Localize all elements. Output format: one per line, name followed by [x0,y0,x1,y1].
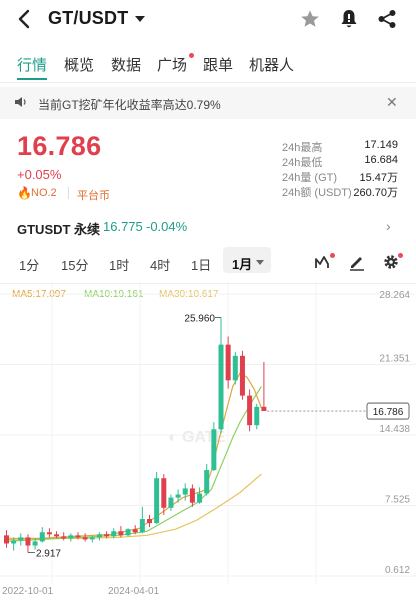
stat-label-turnover: 24h额 (USDT) [282,187,352,199]
candle-body [189,488,195,503]
indicator-dot [330,253,335,258]
tab-data[interactable]: 数据 [111,54,141,75]
candle-body [4,535,9,544]
stat-value-turnover: 260.70万 [353,187,398,199]
active-tab-indicator [17,78,47,80]
candle-body [225,344,231,381]
candle-body [247,395,253,426]
current-price-label: 16.786 [373,407,404,418]
candle-body [125,529,131,536]
candle-body [261,406,267,412]
tab-copy-trading[interactable]: 跟单 [203,54,233,75]
price-alert-bell-icon[interactable] [339,8,359,30]
stat-value-volume: 15.47万 [359,172,398,184]
candle-body [61,536,67,539]
perpetual-price[interactable]: 16.775 [103,219,143,234]
candle-body [239,355,245,396]
interval-1h[interactable]: 1时 [109,255,129,274]
close-icon[interactable]: ✕ [386,94,398,111]
perpetual-change[interactable]: -0.04% [146,219,187,234]
tab-notification-dot [189,53,194,58]
candle-body [11,540,17,544]
settings-dot [398,253,403,258]
pair-dropdown-icon[interactable] [135,16,145,22]
candle-body [75,535,81,538]
price-change-percent: +0.05% [17,167,62,182]
chevron-right-icon[interactable]: › [386,218,391,234]
stat-label-high: 24h最高 [282,142,323,154]
perpetual-name[interactable]: GTUSDT 永续 [17,219,100,238]
candle-body [182,488,188,495]
stat-value-low: 16.684 [364,154,398,166]
candle-body [232,355,238,381]
candle-body [254,406,260,426]
candle-body [161,478,167,508]
candle-body [25,537,31,546]
trading-pair-title[interactable]: GT/USDT [48,8,128,29]
interval-selected[interactable]: 1月 [232,254,252,273]
stat-label-volume: 24h量 (GT) [282,172,338,184]
candle-body [204,470,210,494]
candle-body [46,532,52,535]
tab-overview[interactable]: 概览 [64,54,94,75]
draw-pen-icon[interactable] [348,253,366,271]
stat-label-low: 24h最低 [282,157,323,169]
candle-body [54,534,60,537]
tab-divider [0,82,416,83]
tab-square[interactable]: 广场 [157,54,187,75]
candlestick-chart[interactable]: ◐ GATE 28.264 21.351 14.438 7.525 0.612 2022… [0,284,416,600]
y-axis-label: 0.612 [385,565,410,576]
favorite-star-icon[interactable] [300,9,320,29]
candle-body [154,478,160,524]
y-axis-label: 28.264 [379,290,410,301]
candle-body [132,529,138,533]
candle-body [39,532,45,542]
interval-dropdown-icon[interactable] [256,260,264,265]
interval-1d[interactable]: 1日 [191,255,211,274]
max-price-label: 25.960 [184,313,215,324]
y-axis-label: 14.438 [379,424,410,435]
candle-body [147,519,152,524]
candle-body [168,497,174,508]
candle-body [175,494,181,498]
flame-icon: 🔥 [17,186,32,200]
candle-body [139,519,145,533]
x-axis-label: 2022-10-01 [2,586,54,597]
speaker-icon [15,97,26,107]
back-arrow-icon[interactable] [14,8,36,30]
candle-body [111,531,117,537]
candle-body [197,493,203,503]
watermark-logo: ◐ GATE [168,429,226,446]
platform-coin-tag[interactable]: 平台币 [77,187,110,203]
interval-4h[interactable]: 4时 [150,255,170,274]
y-axis-label: 21.351 [379,354,410,365]
last-price: 16.786 [17,131,102,161]
candle-body [18,537,24,541]
y-axis-label: 7.525 [385,495,410,506]
candle-body [211,429,217,471]
interval-15m[interactable]: 15分 [61,255,88,274]
candle-body [218,344,224,430]
share-icon[interactable] [377,9,397,29]
candle-body [96,534,102,538]
notice-text[interactable]: 当前GT挖矿年化收益率高达0.79% [38,96,221,113]
tab-market[interactable]: 行情 [17,54,47,75]
candle-body [32,541,38,546]
x-axis-label: 2024-04-01 [108,586,160,597]
stat-value-high: 17.149 [364,139,398,151]
rank-badge: NO.2 [31,187,57,199]
tab-bots[interactable]: 机器人 [249,54,294,75]
candle-body [68,535,74,539]
interval-1m[interactable]: 1分 [19,255,39,274]
candle-body [82,537,88,540]
candle-body [118,531,124,536]
min-price-label: 2.917 [36,548,61,559]
badge-divider [68,187,69,199]
candle-body [104,534,110,537]
candle-body [89,537,95,540]
